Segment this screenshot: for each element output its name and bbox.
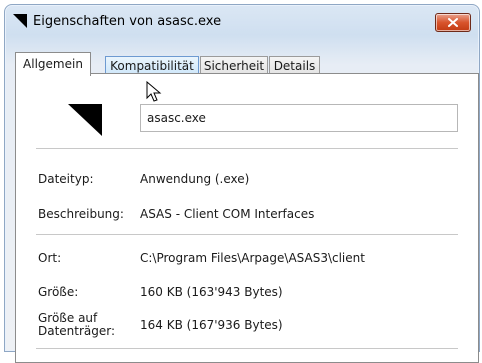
application-icon — [13, 14, 27, 28]
close-button[interactable] — [435, 13, 471, 32]
value-dateityp: Anwendung (.exe) — [140, 172, 250, 186]
window-title: Eigenschaften von asasc.exe — [33, 14, 222, 29]
value-ort: C:\Program Files\Arpage\ASAS3\client — [140, 251, 365, 265]
value-groesse-auf-datentraeger: 164 KB (167'936 Bytes) — [140, 318, 283, 332]
general-tab-panel: asasc.exe Dateityp: Anwendung (.exe) Bes… — [15, 73, 479, 363]
tab-allgemein[interactable]: Allgemein — [15, 52, 91, 76]
value-beschreibung: ASAS - Client COM Interfaces — [140, 207, 315, 221]
label-beschreibung: Beschreibung: — [38, 207, 124, 221]
tab-details[interactable]: Details — [269, 56, 320, 74]
divider — [36, 348, 458, 349]
label-ort: Ort: — [38, 251, 62, 265]
tab-kompatibilitaet[interactable]: Kompatibilität — [105, 56, 199, 74]
divider — [36, 234, 458, 235]
close-icon — [448, 18, 458, 27]
application-file-icon — [68, 104, 102, 141]
divider — [36, 148, 458, 149]
properties-dialog: Eigenschaften von asasc.exe Allgemein Ko… — [4, 4, 480, 363]
mouse-pointer-icon — [146, 80, 162, 106]
tab-sicherheit[interactable]: Sicherheit — [200, 56, 268, 74]
label-dateityp: Dateityp: — [38, 172, 94, 186]
label-groesse-auf-datentraeger: Größe auf Datenträger: — [38, 311, 116, 338]
filename-field[interactable]: asasc.exe — [140, 104, 458, 132]
title-bar[interactable]: Eigenschaften von asasc.exe — [5, 5, 479, 39]
label-groesse: Größe: — [38, 285, 79, 299]
value-groesse: 160 KB (163'943 Bytes) — [140, 285, 283, 299]
